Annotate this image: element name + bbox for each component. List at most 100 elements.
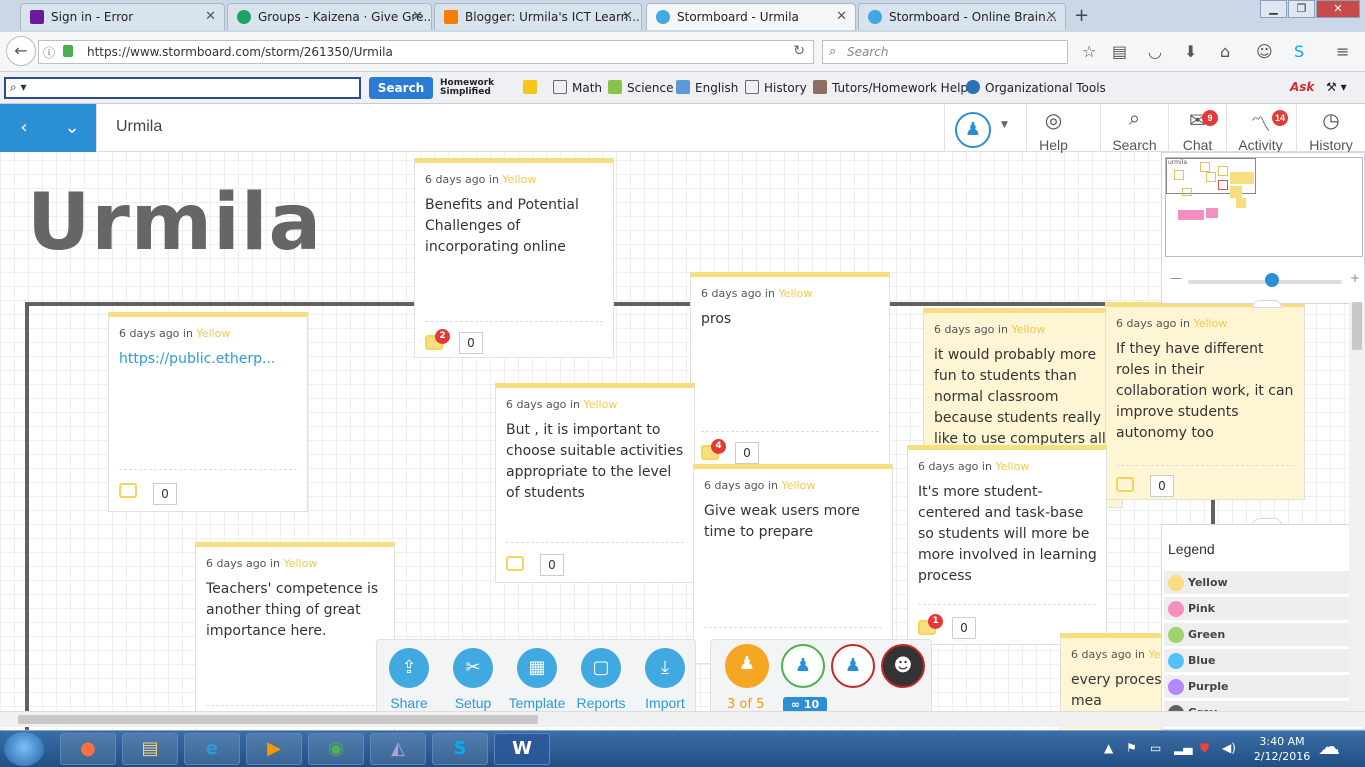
star-badge-icon[interactable] <box>523 80 542 95</box>
legend-item-green[interactable]: Green <box>1164 623 1364 647</box>
minimap[interactable]: urmila — + <box>1161 152 1365 304</box>
idea-card[interactable]: 6 days ago in Yellow But , it is importa… <box>495 383 695 583</box>
toolbar-item-organizational-tools[interactable]: Organizational Tools <box>966 80 1106 95</box>
toolbar-search-input[interactable]: ⌕ ▾ <box>4 77 361 99</box>
internet-explorer-icon[interactable]: e <box>184 733 240 765</box>
start-button-icon[interactable] <box>4 732 44 766</box>
user-avatar[interactable]: ♟ <box>781 644 825 688</box>
idea-card[interactable]: 6 days ago in Yellow Teachers' competenc… <box>195 542 395 730</box>
menu-icon[interactable]: ≡ <box>1336 42 1349 61</box>
history-button[interactable]: ◷ History <box>1296 104 1365 153</box>
activity-button[interactable]: 〽 Activity 14 <box>1226 104 1294 153</box>
home-icon[interactable]: ⌂ <box>1220 42 1230 61</box>
tab-stormboard-urmila[interactable]: Stormboard - Urmila ✕ <box>646 3 856 30</box>
zoom-slider-handle[interactable] <box>1265 273 1279 287</box>
shield-icon[interactable]: ⛊ <box>1200 741 1209 756</box>
toolbar-item-english[interactable]: English <box>676 80 738 95</box>
ask-icon[interactable]: Ask <box>1290 80 1314 94</box>
stormboard-canvas[interactable]: Urmila 6 days ago in Yellow Benefits and… <box>0 104 1365 730</box>
url-bar[interactable]: ⓘ https://www.stormboard.com/storm/26135… <box>38 40 814 64</box>
toolbar-item-tutors[interactable]: Tutors/Homework Help <box>813 80 968 95</box>
maximize-icon[interactable]: ❐ <box>1288 0 1315 18</box>
battery-icon[interactable]: ▭ <box>1150 741 1161 755</box>
user-avatar[interactable]: ♟ <box>725 644 769 688</box>
reading-list-icon[interactable]: ▤ <box>1112 42 1127 61</box>
minimap-grip-icon[interactable] <box>1252 300 1282 308</box>
vertical-scrollbar[interactable] <box>1349 302 1365 711</box>
legend-item-pink[interactable]: Pink <box>1164 597 1364 621</box>
import-button[interactable]: ⤓ Import <box>633 640 697 711</box>
vote-count[interactable]: 0 <box>952 617 976 639</box>
comment-icon[interactable] <box>119 483 137 498</box>
user-menu-button[interactable]: ♟ ▼ <box>944 104 1026 152</box>
toolbar-item-science[interactable]: Science <box>608 80 674 95</box>
tab-close-icon[interactable]: ✕ <box>205 9 216 24</box>
close-window-icon[interactable]: ✕ <box>1316 0 1360 18</box>
legend-item-blue[interactable]: Blue <box>1164 649 1364 673</box>
user-avatar[interactable]: ☻ <box>881 644 925 688</box>
visual-studio-icon[interactable]: ◭ <box>370 733 426 765</box>
vote-count[interactable]: 0 <box>735 442 759 464</box>
toolbar-item-history[interactable]: History <box>745 80 807 95</box>
skype-icon[interactable]: S <box>432 733 488 765</box>
idea-link[interactable]: https://public.etherp... <box>119 349 299 370</box>
zoom-out-icon[interactable]: — <box>1170 271 1182 285</box>
new-tab-icon[interactable]: + <box>1074 5 1089 26</box>
chevron-down-icon[interactable]: ⌄ <box>48 104 96 152</box>
vote-count[interactable]: 0 <box>459 332 483 354</box>
download-icon[interactable]: ⬇ <box>1184 42 1197 61</box>
search-button[interactable]: ⌕ Search <box>1100 104 1168 153</box>
idea-card[interactable]: 6 days ago in Yellow Give weak users mor… <box>693 464 893 664</box>
tab-close-icon[interactable]: ✕ <box>836 9 847 24</box>
firefox-icon[interactable]: ● <box>60 733 116 765</box>
comment-icon[interactable] <box>1116 477 1134 492</box>
help-button[interactable]: ◎ Help <box>1026 104 1080 153</box>
browser-search-input[interactable]: ⌕ Search <box>822 40 1068 64</box>
bookmark-star-icon[interactable]: ☆ <box>1082 42 1096 61</box>
word-icon[interactable]: W <box>494 733 550 765</box>
info-icon[interactable]: ⓘ <box>43 44 55 61</box>
skype-icon[interactable]: S <box>1294 42 1304 61</box>
homework-simplified-logo[interactable]: Homework Simplified <box>440 79 494 97</box>
idea-card[interactable]: 6 days ago in Yellow pros 4 0 <box>690 272 890 472</box>
back-icon[interactable]: ← <box>6 36 36 66</box>
legend-item-purple[interactable]: Purple <box>1164 675 1364 699</box>
reports-button[interactable]: ▢ Reports <box>569 640 633 711</box>
network-icon[interactable]: ▂▄ <box>1174 741 1192 755</box>
chevron-left-icon[interactable]: ‹ <box>0 104 48 152</box>
toolbar-search-button[interactable]: Search <box>369 77 433 99</box>
tools-dropdown-icon[interactable]: ⚒ ▾ <box>1326 80 1347 94</box>
tab-kaizena[interactable]: Groups - Kaizena · Give Gre... ✕ <box>227 3 432 30</box>
vote-count[interactable]: 0 <box>153 483 177 505</box>
share-button[interactable]: ⇪ Share <box>377 640 441 711</box>
pocket-icon[interactable]: ◡ <box>1148 42 1162 61</box>
horizontal-scrollbar[interactable] <box>0 711 1365 727</box>
vote-count[interactable]: 0 <box>540 554 564 576</box>
idea-card[interactable]: 6 days ago in Yellow Benefits and Potent… <box>414 158 614 358</box>
smiley-icon[interactable]: ☺ <box>1256 42 1273 61</box>
legend-item-yellow[interactable]: Yellow <box>1164 571 1364 595</box>
idea-card[interactable]: 6 days ago in Yellow If they have differ… <box>1105 302 1305 500</box>
tab-close-icon[interactable]: ✕ <box>412 9 423 24</box>
tab-close-icon[interactable]: ✕ <box>1046 9 1057 24</box>
user-avatar[interactable]: ♟ <box>831 644 875 688</box>
tab-blogger[interactable]: Blogger: Urmila's ICT Learn... ✕ <box>434 3 642 30</box>
reload-icon[interactable]: ↻ <box>793 43 805 59</box>
zoom-in-icon[interactable]: + <box>1350 271 1360 285</box>
url-text[interactable]: https://www.stormboard.com/storm/261350/… <box>87 45 393 59</box>
tab-close-icon[interactable]: ✕ <box>622 9 633 24</box>
toolbar-item-math[interactable]: Math <box>553 80 602 95</box>
system-clock[interactable]: 3:40 AM 2/12/2016 <box>1252 734 1312 764</box>
tab-sign-in-error[interactable]: Sign in - Error ✕ <box>20 3 225 30</box>
tab-stormboard-online[interactable]: Stormboard - Online Brain... ✕ <box>858 3 1066 30</box>
comment-icon[interactable] <box>506 556 524 571</box>
weather-icon[interactable]: ☁ <box>1318 735 1340 760</box>
minimap-thumbnail[interactable]: urmila <box>1165 157 1363 257</box>
vote-count[interactable]: 0 <box>1150 475 1174 497</box>
flag-icon[interactable]: ⚑ <box>1126 741 1137 755</box>
minimize-icon[interactable]: ▁ <box>1260 0 1287 18</box>
idea-card[interactable]: 6 days ago in Yellow It's more student-c… <box>907 445 1107 645</box>
template-button[interactable]: ▦ Template <box>505 640 569 711</box>
media-player-icon[interactable]: ▶ <box>246 733 302 765</box>
idea-card[interactable]: 6 days ago in Yellow https://public.ethe… <box>108 312 308 512</box>
